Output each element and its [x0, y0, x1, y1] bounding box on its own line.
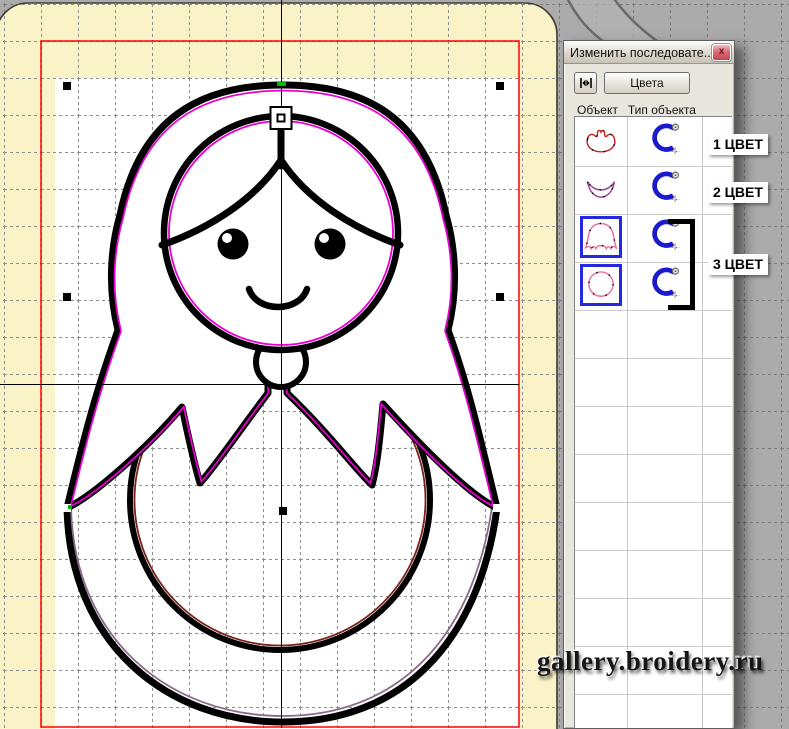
column-divider	[702, 117, 703, 728]
object-thumbnail-circle[interactable]	[580, 264, 622, 306]
panel-title: Изменить последовате...	[570, 46, 712, 60]
object-thumbnail-kerchief[interactable]	[580, 216, 622, 258]
list-column-headers: Объект Тип объекта	[564, 94, 734, 117]
color-label-1: 1 ЦВЕТ	[708, 134, 768, 155]
object-sequence-list[interactable]	[574, 116, 732, 728]
handle-top-right	[496, 82, 504, 90]
expand-collapse-icon	[578, 75, 594, 91]
color-label-3: 3 ЦВЕТ	[708, 254, 768, 275]
column-divider	[627, 117, 628, 728]
left-eye	[218, 229, 249, 260]
rotate-handle	[271, 107, 292, 129]
start-point-marker	[277, 82, 286, 86]
right-eye-highlight	[319, 233, 329, 243]
left-eye-highlight	[222, 233, 232, 243]
handle-mid-left	[63, 293, 71, 301]
object-thumbnail-body-outline[interactable]	[581, 122, 621, 160]
colors-button[interactable]: Цвета	[604, 72, 690, 94]
handle-top-left	[63, 82, 71, 90]
right-eye	[315, 229, 346, 260]
close-icon[interactable]: x	[712, 44, 731, 61]
panel-titlebar[interactable]: Изменить последовате... x	[564, 41, 734, 64]
column-header-object: Объект	[577, 103, 618, 117]
app-stage: Изменить последовате... x Цвета Объект Т…	[0, 0, 789, 729]
handle-bottom-center	[279, 507, 287, 515]
tip-start-marker	[68, 505, 72, 509]
expand-collapse-button[interactable]	[574, 72, 597, 94]
handle-bottom-right	[493, 504, 501, 512]
panel-toolbar: Цвета	[564, 64, 734, 94]
stitch-type-icon[interactable]	[647, 119, 683, 164]
column-header-type: Тип объекта	[628, 103, 696, 117]
watermark-text: gallery.broidery.ru	[537, 646, 764, 677]
object-thumbnail-crescent[interactable]	[581, 170, 621, 208]
color-group-bracket	[668, 219, 695, 310]
stitch-type-icon[interactable]	[647, 167, 683, 212]
handle-mid-right	[496, 293, 504, 301]
color-label-2: 2 ЦВЕТ	[708, 182, 768, 203]
